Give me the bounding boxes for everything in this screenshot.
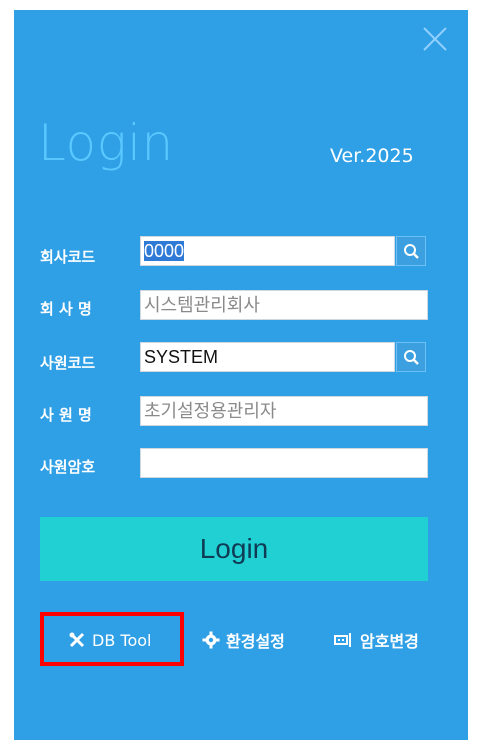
- change-password-label: 암호변경: [360, 632, 419, 651]
- search-icon: [404, 350, 419, 365]
- company-code-label: 회사코드: [40, 248, 96, 266]
- change-password-button[interactable]: 암호변경: [334, 628, 419, 652]
- password-field-icon: [334, 633, 351, 647]
- employee-search-button[interactable]: [396, 342, 426, 372]
- employee-code-label: 사원코드: [40, 354, 96, 372]
- company-code-field[interactable]: 0000: [140, 236, 395, 266]
- company-name-label: 회 사 명: [40, 300, 92, 318]
- employee-code-field[interactable]: SYSTEM: [140, 342, 395, 372]
- highlight-box: [40, 612, 184, 666]
- employee-name-field[interactable]: 초기설정용관리자: [140, 396, 428, 426]
- employee-code-value: SYSTEM: [144, 347, 219, 367]
- employee-name-value: 초기설정용관리자: [144, 401, 277, 421]
- company-name-field[interactable]: 시스템관리회사: [140, 290, 428, 320]
- company-name-value: 시스템관리회사: [144, 295, 260, 315]
- version-label: Ver.2025: [330, 145, 414, 167]
- settings-button[interactable]: 환경설정: [202, 628, 285, 652]
- company-search-button[interactable]: [396, 236, 426, 266]
- gear-icon: [202, 631, 220, 649]
- employee-name-label: 사 원 명: [40, 406, 92, 424]
- login-button[interactable]: Login: [40, 517, 428, 581]
- password-field[interactable]: [140, 448, 428, 478]
- settings-label: 환경설정: [226, 632, 285, 651]
- company-code-value: 0000: [144, 241, 185, 261]
- close-icon[interactable]: [420, 24, 450, 54]
- login-title: Login: [38, 114, 174, 172]
- search-icon: [404, 244, 419, 259]
- password-label: 사원암호: [40, 458, 96, 476]
